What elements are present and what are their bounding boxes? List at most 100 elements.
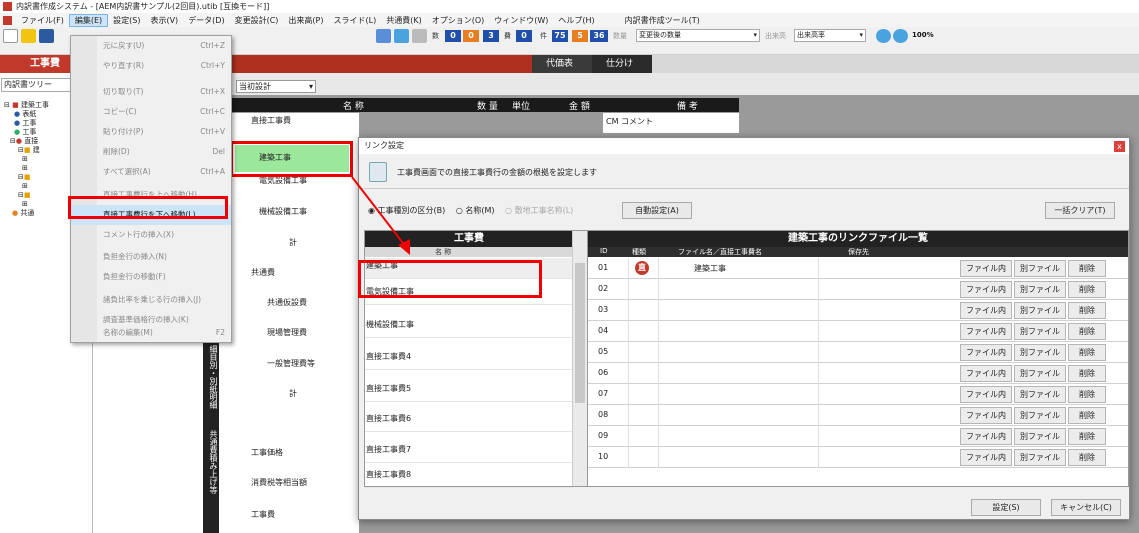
delete-button[interactable]: 削除 bbox=[1068, 302, 1106, 319]
new-icon[interactable] bbox=[3, 29, 18, 43]
menu-item-copy[interactable]: コピー(C) Ctrl+C bbox=[71, 102, 231, 122]
menu-item-rename[interactable]: 名称の編集(M) F2 bbox=[71, 324, 231, 342]
tree-node[interactable]: ● 工事 bbox=[4, 128, 49, 137]
menu-view[interactable]: 表示(V) bbox=[145, 15, 183, 26]
other-file-button[interactable]: 別ファイル bbox=[1014, 449, 1066, 466]
menu-item-undo[interactable]: 元に戻す(U) Ctrl+Z bbox=[71, 36, 231, 56]
in-file-button[interactable]: ファイル内 bbox=[960, 449, 1012, 466]
in-file-button[interactable]: ファイル内 bbox=[960, 260, 1012, 277]
delete-button[interactable]: 削除 bbox=[1068, 407, 1106, 424]
other-file-button[interactable]: 別ファイル bbox=[1014, 428, 1066, 445]
quantity-select[interactable]: 変更後の数量 ▾ bbox=[636, 29, 760, 42]
menu-help[interactable]: ヘルプ(H) bbox=[553, 15, 599, 26]
menu-item-insert-burden[interactable]: 負担金行の挿入(N) bbox=[71, 247, 231, 267]
in-file-button[interactable]: ファイル内 bbox=[960, 302, 1012, 319]
in-file-button[interactable]: ファイル内 bbox=[960, 407, 1012, 424]
delete-button[interactable]: 削除 bbox=[1068, 260, 1106, 277]
tree-node[interactable]: ⊟■ 建 bbox=[4, 146, 49, 155]
delete-button[interactable]: 削除 bbox=[1068, 365, 1106, 382]
tab-price[interactable]: 代価表 bbox=[532, 55, 592, 73]
list-item[interactable]: 機械設備工事 bbox=[365, 317, 573, 338]
zoom-in-icon[interactable] bbox=[876, 29, 891, 43]
tree-node[interactable]: ⊞ bbox=[4, 155, 49, 164]
other-file-button[interactable]: 別ファイル bbox=[1014, 407, 1066, 424]
menu-change[interactable]: 変更設計(C) bbox=[230, 15, 284, 26]
scrollbar[interactable] bbox=[572, 231, 587, 486]
in-file-button[interactable]: ファイル内 bbox=[960, 281, 1012, 298]
zoom-select[interactable]: 100% bbox=[912, 31, 934, 39]
menu-item-redo[interactable]: やり直す(R) Ctrl+Y bbox=[71, 56, 231, 76]
menu-progress[interactable]: 出来高(P) bbox=[283, 15, 328, 26]
radio-site[interactable]: ○ 敷地工事名称(L) bbox=[505, 206, 573, 215]
zoom-out-icon[interactable] bbox=[893, 29, 908, 43]
menu-option[interactable]: オプション(O) bbox=[427, 15, 490, 26]
auto-set-button[interactable]: 自動設定(A) bbox=[622, 202, 692, 219]
delete-button[interactable]: 削除 bbox=[1068, 344, 1106, 361]
table-row[interactable]: 06 ファイル内 別ファイル 削除 bbox=[588, 363, 1128, 384]
menu-file[interactable]: ファイル(F) bbox=[16, 15, 69, 26]
tree-node[interactable]: ⊟■ bbox=[4, 191, 49, 200]
note-cell[interactable]: CM コメント bbox=[603, 113, 739, 133]
menu-item-delete[interactable]: 削除(D) Del bbox=[71, 142, 231, 162]
menu-data[interactable]: データ(D) bbox=[183, 15, 229, 26]
in-file-button[interactable]: ファイル内 bbox=[960, 365, 1012, 382]
link-icon[interactable] bbox=[376, 29, 391, 43]
menu-item-paste[interactable]: 貼り付け(P) Ctrl+V bbox=[71, 122, 231, 142]
tab-split[interactable]: 仕分け bbox=[592, 55, 652, 73]
table-row[interactable]: 08 ファイル内 別ファイル 削除 bbox=[588, 405, 1128, 426]
grid-row[interactable]: 直接工事費 bbox=[251, 115, 351, 126]
list-item[interactable]: 直接工事費6 bbox=[365, 411, 573, 432]
tree-node[interactable]: ⊞ bbox=[4, 200, 49, 209]
menu-settings[interactable]: 設定(S) bbox=[108, 15, 145, 26]
menu-item-insert-comment[interactable]: コメント行の挿入(X) bbox=[71, 225, 231, 245]
menu-tools[interactable]: 内訳書作成ツール(T) bbox=[620, 15, 705, 26]
list-item[interactable]: 直接工事費4 bbox=[365, 349, 573, 370]
in-file-button[interactable]: ファイル内 bbox=[960, 386, 1012, 403]
table-row[interactable]: 10 ファイル内 別ファイル 削除 bbox=[588, 447, 1128, 468]
clear-all-button[interactable]: 一括クリア(T) bbox=[1045, 202, 1115, 219]
menu-item-move-burden[interactable]: 負担金行の移動(F) bbox=[71, 267, 231, 287]
radio-name[interactable]: ○ 名称(M) bbox=[456, 206, 495, 215]
close-icon[interactable]: x bbox=[1114, 141, 1125, 152]
list-icon[interactable] bbox=[394, 29, 409, 43]
menu-common[interactable]: 共通費(K) bbox=[381, 15, 427, 26]
other-file-button[interactable]: 別ファイル bbox=[1014, 281, 1066, 298]
menu-item-select-all[interactable]: すべて選択(A) Ctrl+A bbox=[71, 162, 231, 182]
delete-button[interactable]: 削除 bbox=[1068, 428, 1106, 445]
tree-node[interactable]: ● 工事 bbox=[4, 119, 49, 128]
menu-window[interactable]: ウィンドウ(W) bbox=[489, 15, 553, 26]
list-item[interactable]: 直接工事費7 bbox=[365, 442, 573, 463]
table-row[interactable]: 03 ファイル内 別ファイル 削除 bbox=[588, 300, 1128, 321]
scroll-thumb[interactable] bbox=[575, 263, 585, 403]
table-row[interactable]: 01 直 建築工事 ファイル内 別ファイル 削除 bbox=[588, 258, 1128, 279]
menu-slide[interactable]: スライド(L) bbox=[329, 15, 382, 26]
other-file-button[interactable]: 別ファイル bbox=[1014, 260, 1066, 277]
list-item[interactable]: 直接工事費8 bbox=[365, 467, 573, 488]
delete-button[interactable]: 削除 bbox=[1068, 449, 1106, 466]
open-icon[interactable] bbox=[21, 29, 36, 43]
table-row[interactable]: 09 ファイル内 別ファイル 削除 bbox=[588, 426, 1128, 447]
tree-node[interactable]: ⊟■ bbox=[4, 173, 49, 182]
table-row[interactable]: 07 ファイル内 別ファイル 削除 bbox=[588, 384, 1128, 405]
other-file-button[interactable]: 別ファイル bbox=[1014, 365, 1066, 382]
table-row[interactable]: 04 ファイル内 別ファイル 削除 bbox=[588, 321, 1128, 342]
in-file-button[interactable]: ファイル内 bbox=[960, 344, 1012, 361]
sheet-icon[interactable] bbox=[412, 29, 427, 43]
tree-node[interactable]: ⊟ ■ 建築工事 bbox=[4, 101, 49, 110]
menu-item-cut[interactable]: 切り取り(T) Ctrl+X bbox=[71, 82, 231, 102]
other-file-button[interactable]: 別ファイル bbox=[1014, 302, 1066, 319]
list-item[interactable]: 直接工事費5 bbox=[365, 381, 573, 402]
save-icon[interactable] bbox=[39, 29, 54, 43]
menu-edit[interactable]: 編集(E) bbox=[68, 13, 109, 27]
cancel-button[interactable]: キャンセル(C) bbox=[1051, 499, 1121, 516]
delete-button[interactable]: 削除 bbox=[1068, 386, 1106, 403]
other-file-button[interactable]: 別ファイル bbox=[1014, 323, 1066, 340]
ok-button[interactable]: 設定(S) bbox=[971, 499, 1041, 516]
tree-node[interactable]: ● 表紙 bbox=[4, 110, 49, 119]
delete-button[interactable]: 削除 bbox=[1068, 281, 1106, 298]
progress-select[interactable]: 出来高率 ▾ bbox=[794, 29, 866, 42]
delete-button[interactable]: 削除 bbox=[1068, 323, 1106, 340]
table-row[interactable]: 02 ファイル内 別ファイル 削除 bbox=[588, 279, 1128, 300]
other-file-button[interactable]: 別ファイル bbox=[1014, 344, 1066, 361]
tree-node[interactable]: ⊞ bbox=[4, 182, 49, 191]
